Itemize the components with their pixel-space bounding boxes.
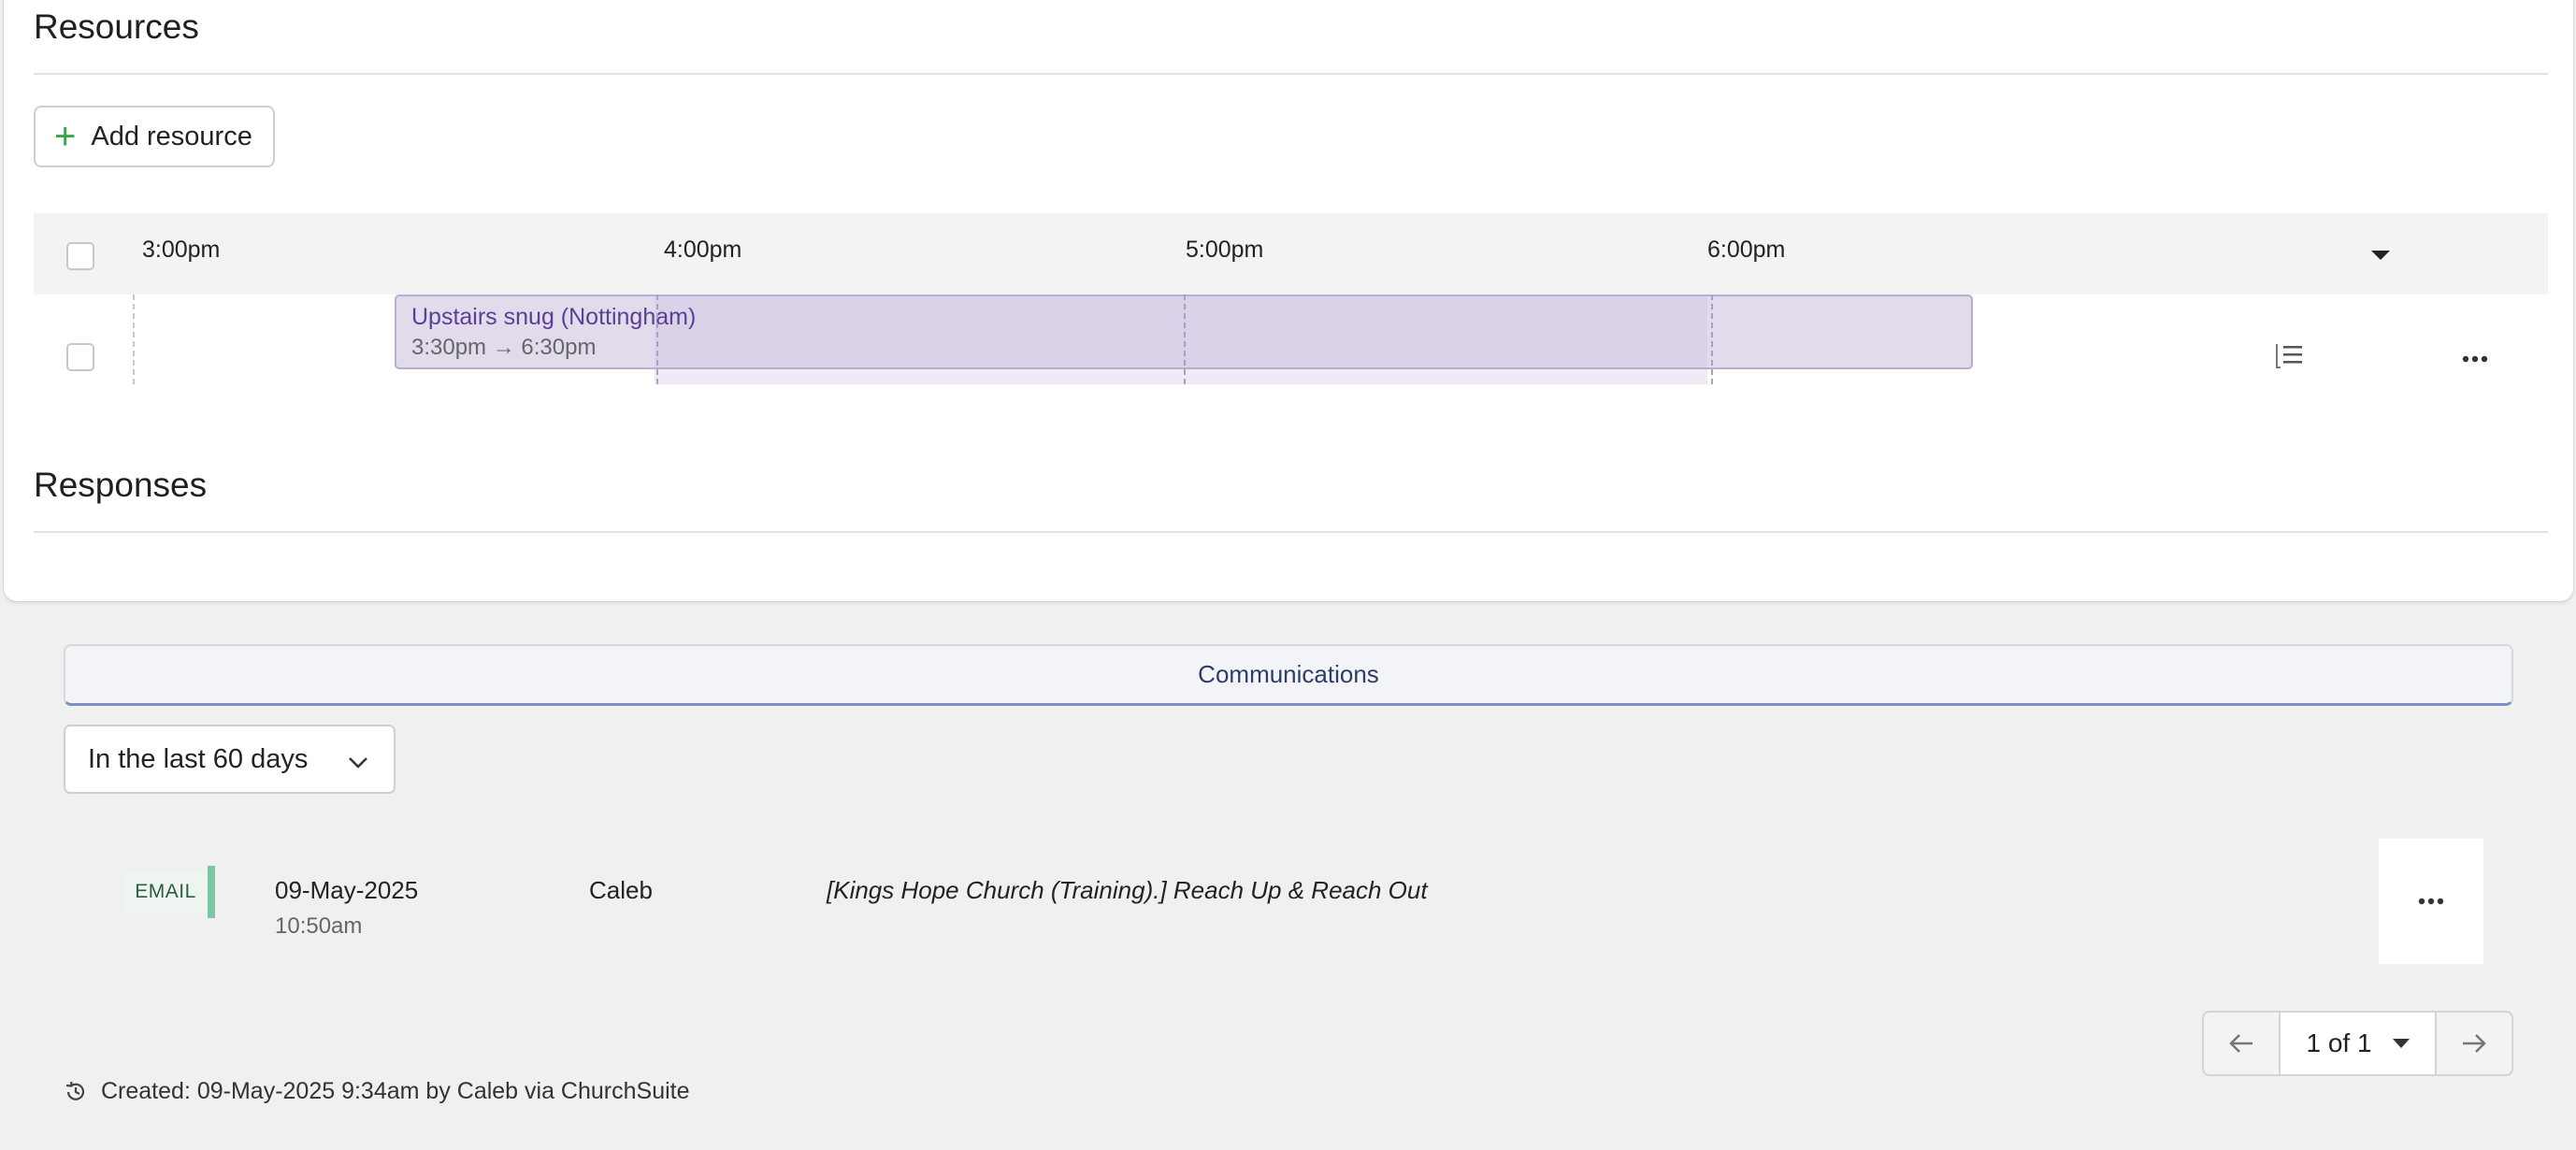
caret-down-icon: [2392, 1039, 2410, 1048]
comm-sender: Caleb: [589, 876, 653, 904]
comm-more-button[interactable]: [2379, 839, 2483, 964]
add-resource-button[interactable]: + Add resource: [34, 106, 275, 167]
gridline-6pm: [1711, 295, 1713, 384]
timeline-header: 3:00pm 4:00pm 5:00pm 6:00pm: [34, 213, 2548, 295]
select-all-checkbox[interactable]: [66, 242, 94, 270]
prev-page-button[interactable]: [2204, 1013, 2279, 1074]
tick-3pm: 3:00pm: [142, 237, 221, 263]
gridline-3pm: [133, 295, 135, 384]
chevron-down-icon: [347, 747, 369, 778]
arrow-left-icon: [2229, 1034, 2252, 1053]
date-range-select[interactable]: In the last 60 days: [64, 725, 396, 794]
plus-icon: +: [54, 116, 77, 157]
comm-subject[interactable]: [Kings Hope Church (Training).] Reach Up…: [827, 876, 1428, 905]
tick-4pm: 4:00pm: [664, 237, 742, 263]
list-details-icon[interactable]: [2274, 343, 2304, 374]
add-resource-label: Add resource: [91, 121, 252, 151]
arrow-right-icon: [2463, 1034, 2486, 1053]
next-page-button[interactable]: [2437, 1013, 2511, 1074]
date-range-value: In the last 60 days: [88, 743, 309, 774]
tick-5pm: 5:00pm: [1186, 237, 1264, 263]
page-label: 1 of 1: [2306, 1028, 2372, 1057]
chevron-down-icon[interactable]: [2371, 251, 2390, 260]
comm-time: 10:50am: [275, 913, 363, 939]
created-text: Created: 09-May-2025 9:34am by Caleb via…: [101, 1078, 690, 1104]
resource-row: Upstairs snug (Nottingham) 3:30pm → 6:30…: [34, 295, 2548, 384]
email-status-bar: [208, 866, 215, 918]
responses-title: Responses: [34, 466, 208, 504]
created-info: Created: 09-May-2025 9:34am by Caleb via…: [64, 1078, 690, 1105]
more-options-icon[interactable]: [2462, 351, 2488, 367]
gridline-5pm: [1184, 295, 1186, 384]
page-select[interactable]: 1 of 1: [2279, 1013, 2437, 1074]
responses-divider: [34, 531, 2548, 533]
resources-divider: [34, 73, 2548, 75]
pagination: 1 of 1: [2202, 1011, 2513, 1076]
history-icon: [65, 1081, 85, 1100]
resources-card: Resources + Add resource 3:00pm 4:00pm 5…: [4, 0, 2573, 601]
row-checkbox[interactable]: [66, 343, 94, 371]
tick-6pm: 6:00pm: [1707, 237, 1786, 263]
email-type-badge: EMAIL: [123, 871, 208, 913]
tab-communications[interactable]: Communications: [64, 644, 2513, 706]
comm-date: 09-May-2025: [275, 876, 419, 904]
resources-title: Resources: [34, 7, 199, 46]
more-options-icon: [2418, 898, 2444, 905]
gridline-4pm: [656, 295, 658, 384]
